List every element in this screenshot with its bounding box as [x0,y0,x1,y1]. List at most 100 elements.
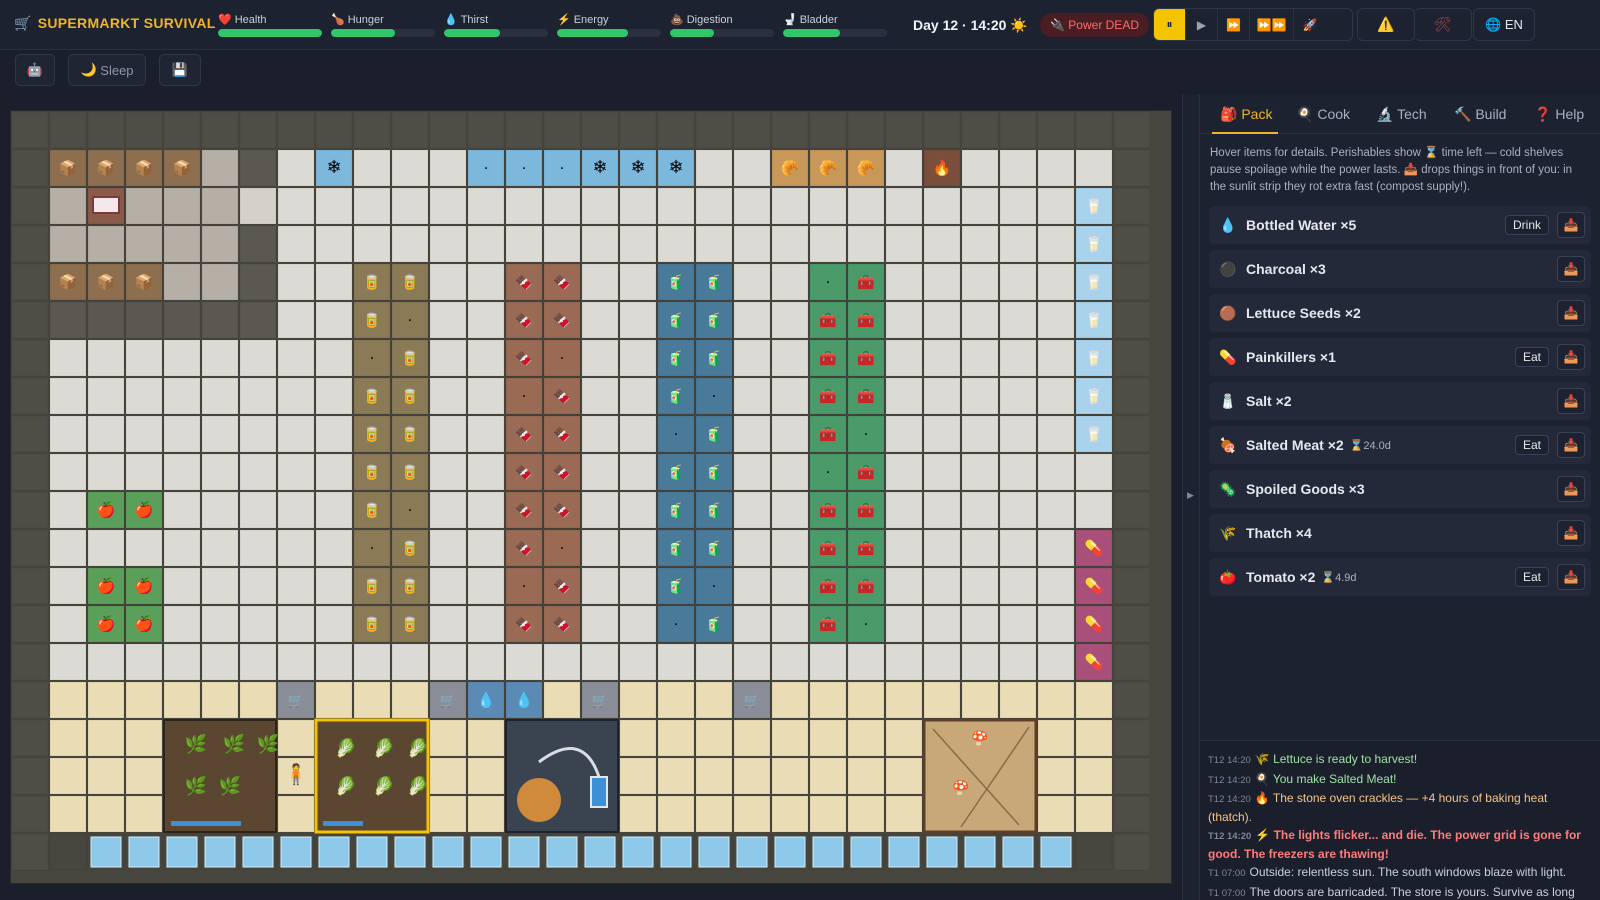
window-pane [356,836,388,868]
floor-tile [239,643,277,681]
drop-item-button[interactable]: 📥 [1557,564,1585,590]
juice-icon: · [712,579,716,595]
faster-forward-button[interactable]: ⏩⏩ [1250,9,1294,40]
rocket-speed-button[interactable]: 🚀 [1294,9,1326,40]
floor-tile [581,529,619,567]
map-canvas[interactable]: 📦 📦 📦 📦 📦 📦 📦 ❄ · · · ❄ ❄ ❄ 🥐 🥐 🥐 🔥 🥛 🥛 🥛 🥛 🥛 🥛 🥛 💊 💊 💊 💊 🥫 🥫 🥫 · · 🥫 🥫 🥫 🥫 🥫 🥫… [11,111,1172,884]
floor-tile [49,529,87,567]
window-pane [280,836,312,868]
language-selector[interactable]: 🌐 EN [1473,8,1535,41]
lettuce-icon: 🥬 [335,737,357,758]
chocolate-icon: · [522,579,526,595]
wall-tile [11,833,49,871]
floor-tile [429,795,467,833]
floor-tile [999,339,1037,377]
drop-item-button[interactable]: 📥 [1557,476,1585,502]
floor-tile [125,757,163,795]
drop-item-button[interactable]: 📥 [1557,256,1585,282]
drop-item-button[interactable]: 📥 [1557,344,1585,370]
wall-tile [11,567,49,605]
floor-tile [809,719,847,757]
floor-tile [277,795,315,833]
window-pane [508,836,540,868]
floor-tile [277,225,315,263]
robot-button[interactable]: 🤖 [15,54,55,86]
floor-tile [429,415,467,453]
tab-cook[interactable]: 🍳 Cook [1296,94,1350,134]
inventory-item[interactable]: 🍖 Salted Meat ×2 ⌛24.0d Eat 📥 [1209,426,1591,464]
drop-item-button[interactable]: 📥 [1557,432,1585,458]
inventory-item[interactable]: 🌾 Thatch ×4 📥 [1209,514,1591,552]
pause-button[interactable]: ⏸ [1154,9,1186,40]
wall-tile [11,757,49,795]
drop-item-button[interactable]: 📥 [1557,300,1585,326]
inventory-item[interactable]: 🍅 Tomato ×2 ⌛4.9d Eat 📥 [1209,558,1591,596]
floor-tile [239,529,277,567]
warning-button[interactable]: ⚠️ [1357,8,1415,41]
kit-icon: · [826,465,830,481]
window-pane [774,836,806,868]
inventory-item[interactable]: 💧 Bottled Water ×5 Drink 📥 [1209,206,1591,244]
wall-tile [1113,529,1151,567]
drop-item-button[interactable]: 📥 [1557,520,1585,546]
drumstick-icon: 🍗 [331,14,345,26]
floor-tile [733,415,771,453]
floor-tile [353,643,391,681]
juice-icon: 🧃 [705,616,722,633]
drop-item-button[interactable]: 📥 [1557,388,1585,414]
collapse-arrow-icon[interactable]: ▶ [1187,490,1194,501]
floor-tile [353,149,391,187]
panel-divider[interactable]: ▶ [1182,94,1200,900]
inventory-item[interactable]: 🟤 Lettuce Seeds ×2 📥 [1209,294,1591,332]
floor-tile [923,301,961,339]
floor-tile [923,225,961,263]
chocolate-icon: 🍫 [553,578,570,595]
item-use-button[interactable]: Eat [1514,347,1549,367]
floor-tile [999,415,1037,453]
tab-tech[interactable]: 🔬 Tech [1376,94,1427,134]
juice-icon: 🧃 [667,350,684,367]
wall-tile [49,111,87,149]
tab-help[interactable]: ❓ Help [1534,94,1584,134]
inventory-item[interactable]: ⚫ Charcoal ×3 📥 [1209,250,1591,288]
stat-health: ❤️ Health [218,13,322,37]
item-use-button[interactable]: Eat [1514,435,1549,455]
item-use-button[interactable]: Drink [1504,215,1549,235]
play-button[interactable]: ▶ [1186,9,1218,40]
tools-button[interactable]: 🛠 [1414,8,1472,41]
sleep-button[interactable]: 🌙 Sleep [68,54,146,86]
can-icon: 🥫 [401,540,418,557]
stat-label: Hunger [347,14,384,26]
floor-tile [771,225,809,263]
floor-tile [657,187,695,225]
juice-icon: 🧃 [667,502,684,519]
window-pane [698,836,730,868]
can-icon: 🥫 [401,426,418,443]
floor-tile [87,529,125,567]
floor-tile [125,339,163,377]
save-button[interactable]: 💾 [159,54,201,86]
floor-tile [163,339,201,377]
log-entry: T12 14:20 🔥 The stone oven crackles — +4 … [1208,790,1590,826]
drop-item-button[interactable]: 📥 [1557,212,1585,238]
floor-tile [733,719,771,757]
lettuce-progress [323,821,363,826]
inventory-item[interactable]: 🧂 Salt ×2 📥 [1209,382,1591,420]
floor-tile [239,605,277,643]
floor-tile [49,757,87,795]
wall-tile [11,795,49,833]
player-icon: 🧍 [284,762,309,786]
inventory-item[interactable]: 💊 Painkillers ×1 Eat 📥 [1209,338,1591,376]
game-map[interactable]: 📦 📦 📦 📦 📦 📦 📦 ❄ · · · ❄ ❄ ❄ 🥐 🥐 🥐 🔥 🥛 🥛 🥛 🥛 🥛 🥛 🥛 💊 💊 💊 💊 🥫 🥫 🥫 · · 🥫 🥫 🥫 🥫 🥫 🥫… [10,110,1172,884]
floor-tile [657,643,695,681]
floor-tile [467,605,505,643]
tab-pack[interactable]: 🎒 Pack [1212,94,1278,134]
inventory-item[interactable]: 🦠 Spoiled Goods ×3 📥 [1209,470,1591,508]
floor-tile [277,263,315,301]
log-icon: 🍳 [1254,771,1273,786]
tab-build[interactable]: 🔨 Build [1454,94,1506,134]
wall-tile [1113,833,1151,871]
fast-forward-button[interactable]: ⏩ [1218,9,1250,40]
floor-tile [543,681,581,719]
item-use-button[interactable]: Eat [1514,567,1549,587]
